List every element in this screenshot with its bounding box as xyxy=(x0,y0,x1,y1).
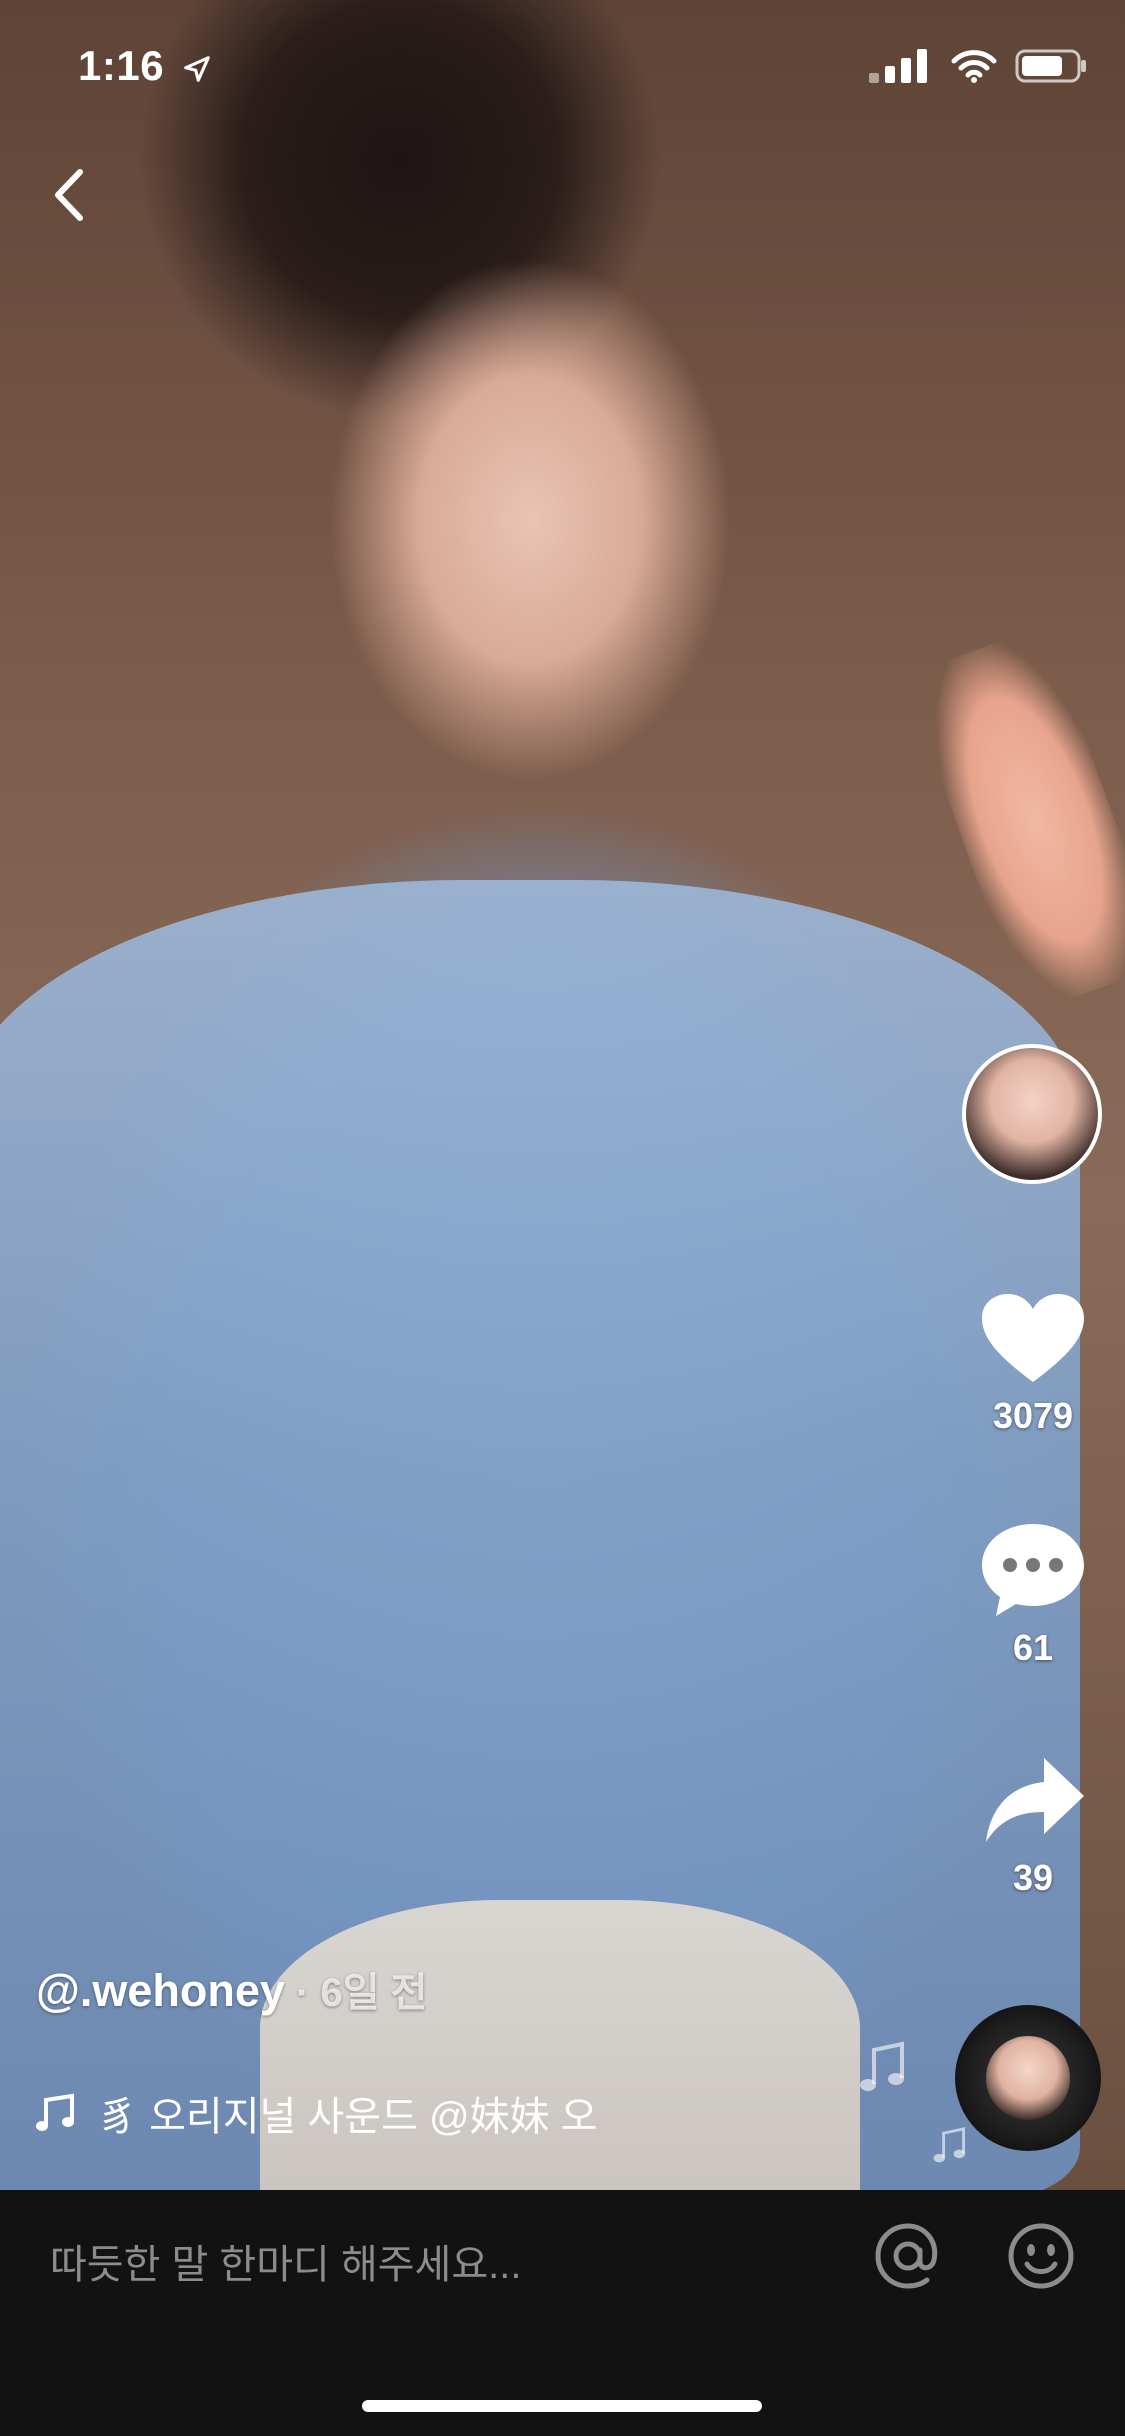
creator-info: @.wehoney · 6일 전 xyxy=(36,1960,427,2018)
music-title: ⾘ 오리지널 사운드 @妹妹 오 xyxy=(98,2095,598,2139)
share-button[interactable]: 39 xyxy=(960,1752,1106,1899)
post-time: 6일 전 xyxy=(320,1971,428,2015)
video-skirt xyxy=(260,1900,860,2190)
at-icon[interactable] xyxy=(872,2220,944,2292)
signal-icon xyxy=(869,49,927,83)
heart-icon xyxy=(982,1294,1084,1382)
music-note-icon xyxy=(933,2127,965,2163)
share-icon xyxy=(986,1758,1084,1842)
comment-icon xyxy=(982,1524,1084,1616)
like-button[interactable]: 3079 xyxy=(960,1290,1106,1437)
status-time-text: 1:16 xyxy=(78,42,165,89)
music-note-icon xyxy=(860,2041,904,2091)
video-player[interactable] xyxy=(0,0,1125,2190)
creator-avatar[interactable] xyxy=(962,1044,1102,1184)
music-row[interactable]: ⾘ 오리지널 사운드 @妹妹 오 xyxy=(36,2084,678,2142)
music-disc-cover xyxy=(986,2036,1070,2120)
emoji-icon[interactable] xyxy=(1005,2220,1077,2292)
share-count: 39 xyxy=(1012,1857,1054,1898)
wifi-icon xyxy=(951,50,997,83)
comment-count: 61 xyxy=(1012,1627,1054,1668)
comment-input[interactable]: 따듯한 말 한마디 해주세요... xyxy=(50,2232,521,2290)
location-arrow-icon xyxy=(184,56,211,82)
like-count: 3079 xyxy=(992,1395,1074,1436)
home-indicator[interactable] xyxy=(362,2400,762,2412)
comment-button[interactable]: 61 xyxy=(960,1518,1106,1669)
status-time: 1:16 xyxy=(78,42,212,90)
music-note-icon xyxy=(36,2093,74,2131)
creator-separator: · xyxy=(284,1971,321,2015)
music-disc[interactable] xyxy=(955,2005,1101,2151)
status-icons xyxy=(869,48,1087,84)
creator-username[interactable]: @.wehoney xyxy=(36,1965,285,2016)
back-chevron-icon[interactable] xyxy=(40,160,100,230)
battery-icon xyxy=(1015,49,1086,83)
